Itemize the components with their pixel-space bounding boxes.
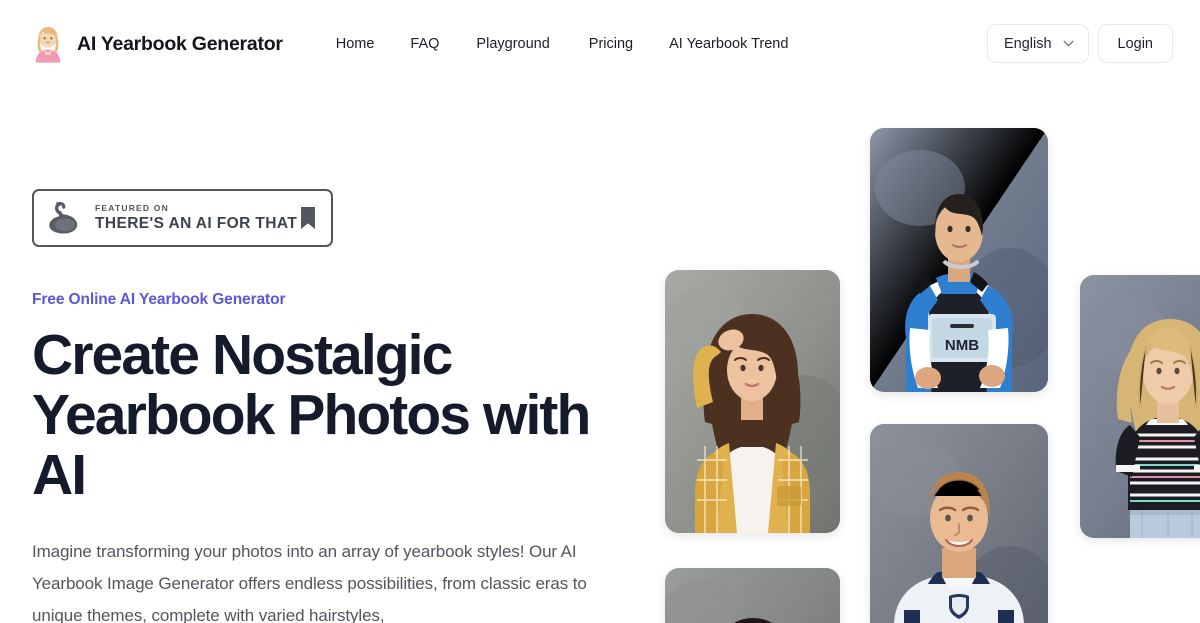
photo-girl-tweed[interactable] — [665, 270, 840, 533]
brand-logo-link[interactable]: AI Yearbook Generator — [30, 24, 283, 64]
hero-eyebrow: Free Online AI Yearbook Generator — [32, 291, 286, 308]
nav-item-pricing[interactable]: Pricing — [589, 30, 633, 58]
nav-item-ai-yearbook-trend[interactable]: AI Yearbook Trend — [669, 30, 788, 58]
hero-photo-gallery: NMB — [640, 0, 1200, 623]
featured-badge-kicker: FEATURED ON — [95, 203, 169, 213]
chevron-down-icon — [1063, 40, 1074, 47]
featured-badge-title: THERE'S AN AI FOR THAT — [95, 215, 298, 232]
flexed-bicep-icon — [49, 201, 78, 234]
nav-item-playground[interactable]: Playground — [476, 30, 549, 58]
photo-girl-striped-tee[interactable] — [1080, 275, 1200, 538]
nav-item-home[interactable]: Home — [336, 30, 375, 58]
photo-girl-dark-hair[interactable] — [665, 568, 840, 623]
photo-boy-backpack[interactable]: NMB — [870, 128, 1048, 392]
landing-page: AI Yearbook Generator Home FAQ Playgroun… — [0, 0, 1200, 623]
login-button[interactable]: Login — [1097, 24, 1173, 63]
site-header: AI Yearbook Generator Home FAQ Playgroun… — [0, 0, 1200, 88]
page-title: Create Nostalgic Yearbook Photos with AI — [32, 323, 591, 507]
header-actions: English Login — [986, 24, 1173, 63]
nav-item-faq[interactable]: FAQ — [410, 30, 439, 58]
featured-badge-text: FEATURED ON THERE'S AN AI FOR THAT — [95, 203, 297, 233]
main-nav: Home FAQ Playground Pricing AI Yearbook … — [336, 30, 789, 58]
language-selector[interactable]: English — [986, 24, 1089, 63]
featured-on-badge[interactable]: FEATURED ON THERE'S AN AI FOR THAT — [32, 189, 333, 247]
yearbook-girl-logo-icon — [35, 27, 61, 63]
language-selector-value: English — [1003, 35, 1052, 52]
brand-name: AI Yearbook Generator — [77, 32, 283, 55]
photo-football-player[interactable]: 11 — [870, 424, 1048, 623]
bookmark-icon — [301, 207, 315, 229]
hero-description: Imagine transforming your photos into an… — [32, 542, 587, 623]
svg-text:NMB: NMB — [945, 337, 979, 354]
